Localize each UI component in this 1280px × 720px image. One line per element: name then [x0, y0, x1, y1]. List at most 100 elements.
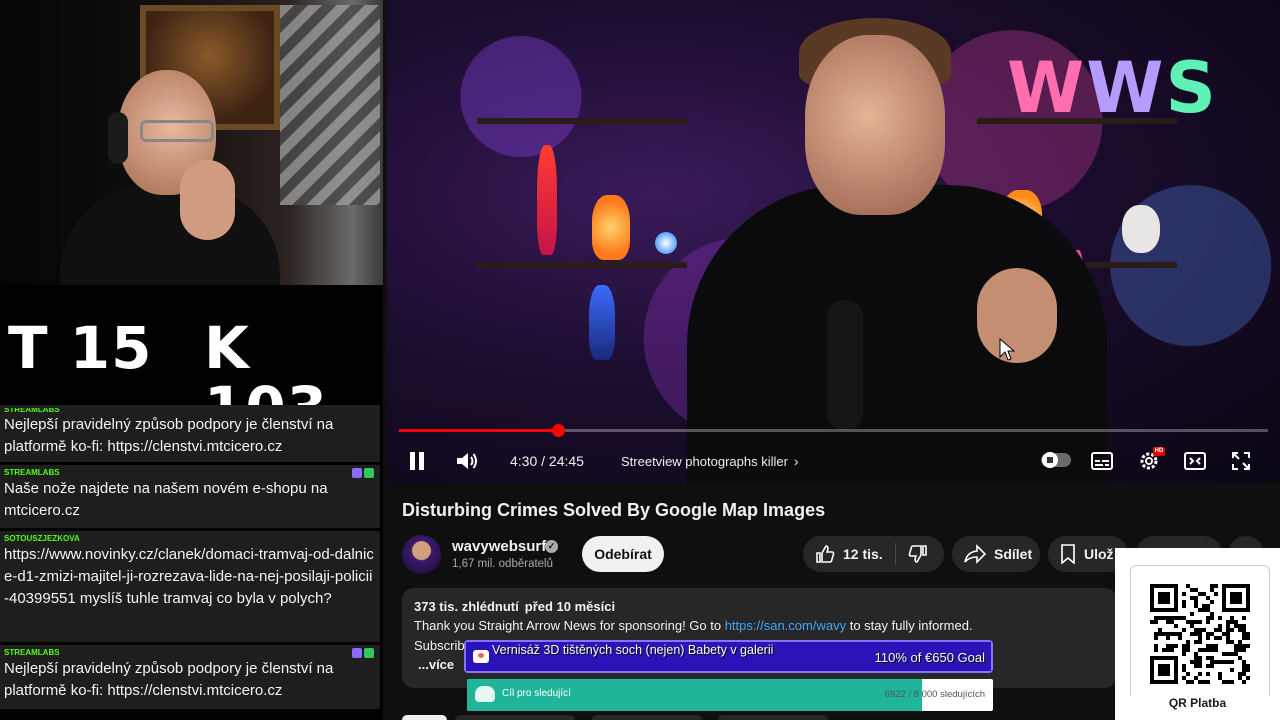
like-dislike-group: 12 tis.	[803, 536, 944, 572]
qr-frame	[1130, 565, 1270, 707]
chat-message: SOTOUSZJEZKOVA https://www.novinky.cz/cl…	[0, 531, 380, 642]
chat-text: Naše nože najdete na našem novém e-shopu…	[4, 480, 328, 519]
qr-label: QR Platba	[1115, 696, 1280, 710]
donation-goal-banner: Vernisáž 3D tištěných soch (nejen) Babet…	[464, 640, 993, 673]
headset-icon	[108, 112, 128, 164]
pause-icon	[410, 452, 424, 470]
chapter-label: Streetview photographs killer	[621, 453, 788, 469]
chat-badges	[352, 468, 374, 478]
subtitles-button[interactable]	[1090, 449, 1114, 473]
shelf	[477, 118, 687, 124]
shelf	[477, 262, 687, 268]
streamer-webcam	[0, 0, 383, 285]
video-title: Disturbing Crimes Solved By Google Map I…	[402, 500, 826, 520]
share-label: Sdílet	[994, 546, 1033, 562]
chat-text: Nejlepší pravidelný způsob podpory je čl…	[4, 660, 334, 699]
chat-text: https://www.novinky.cz/clanek/domaci-tra…	[4, 546, 374, 607]
theater-mode-button[interactable]	[1183, 449, 1207, 473]
description-text: to stay fully informed.	[846, 618, 973, 633]
goal-title: Vernisáž 3D tištěných soch (nejen) Babet…	[492, 643, 774, 657]
description-line: Thank you Straight Arrow News for sponso…	[414, 616, 1105, 636]
fullscreen-icon	[1232, 452, 1250, 470]
presenter-head	[805, 35, 945, 215]
filter-chip[interactable]	[455, 715, 575, 720]
time-display: 4:30 / 24:45	[510, 453, 584, 469]
follower-goal-count: 6922 / 8 000 sledujících	[884, 689, 985, 700]
channel-logo: WWS	[1007, 47, 1218, 129]
channel-avatar[interactable]	[402, 535, 441, 574]
fullscreen-button[interactable]	[1229, 449, 1253, 473]
streamer-body	[60, 185, 280, 285]
like-button[interactable]: 12 tis.	[803, 536, 895, 572]
follower-heart-icon	[475, 686, 495, 702]
presenter-hand	[977, 268, 1057, 363]
verified-badge-icon	[364, 468, 374, 478]
view-count: 373 tis. zhlédnutí	[414, 599, 519, 614]
subscriber-badge-icon	[352, 648, 362, 658]
counter-t: T 15	[8, 314, 153, 382]
qr-payment-panel: QR Platba	[1115, 548, 1280, 720]
chat-message: STREAMLABS Nejlepší pravidelný způsob po…	[0, 645, 380, 709]
qr-code-icon	[1150, 584, 1250, 684]
chat-text: Nejlepší pravidelný způsob podpory je čl…	[4, 416, 334, 455]
subscriber-count: 1,67 mil. odběratelů	[452, 558, 554, 570]
chevron-right-icon: ›	[793, 453, 799, 469]
progress-scrubber[interactable]	[552, 424, 566, 437]
follower-goal-bar: Cíl pro sledující 6922 / 8 000 sledující…	[467, 679, 993, 711]
skull-decor	[1122, 205, 1160, 253]
pause-button[interactable]	[405, 449, 429, 473]
verified-badge-icon	[364, 648, 374, 658]
microphone	[827, 300, 863, 430]
video-description[interactable]: 373 tis. zhlédnutí před 10 měsíci Thank y…	[402, 588, 1117, 688]
volume-button[interactable]	[455, 449, 479, 473]
share-button[interactable]: Sdílet	[952, 536, 1040, 572]
filter-chip[interactable]	[718, 715, 828, 720]
video-player[interactable]: WWS 4:30 / 24:45 Streetview photographs …	[387, 0, 1280, 483]
chat-panel: STREAMLABS Nejlepší pravidelný způsob po…	[0, 405, 383, 720]
subscribe-button[interactable]: Odebírat	[582, 536, 664, 572]
dislike-button[interactable]	[896, 536, 940, 572]
like-count: 12 tis.	[843, 546, 883, 562]
upload-date: před 10 měsíci	[524, 599, 616, 614]
chat-username: STREAMLABS	[4, 468, 60, 477]
chapter-title[interactable]: Streetview photographs killer ›	[621, 448, 799, 474]
channel-name[interactable]: wavywebsurf	[452, 538, 546, 555]
chat-username: STREAMLABS	[4, 648, 60, 657]
autoplay-pause-icon	[1042, 452, 1058, 468]
autoplay-toggle[interactable]	[1041, 452, 1071, 468]
description-link[interactable]: https://san.com/wavy	[725, 618, 846, 633]
kofi-cup-icon	[473, 650, 489, 663]
thumbs-up-icon	[816, 545, 835, 563]
progress-played	[399, 429, 559, 432]
description-meta: 373 tis. zhlédnutí před 10 měsíci	[414, 598, 1105, 616]
theater-mode-icon	[1184, 452, 1206, 470]
salt-lamp	[592, 195, 630, 260]
subscriber-badge-icon	[352, 468, 362, 478]
hd-badge: HD	[1153, 447, 1165, 456]
mouse-cursor-icon	[999, 338, 1015, 361]
globe-lamp	[655, 232, 677, 254]
chat-message: STREAMLABS Nejlepší pravidelný způsob po…	[0, 405, 380, 462]
thumbs-down-icon	[908, 545, 927, 563]
streamer-hand	[180, 160, 235, 240]
share-icon	[964, 544, 986, 564]
filter-chip[interactable]	[592, 715, 702, 720]
save-label: Ulož	[1084, 546, 1114, 562]
glasses	[140, 120, 214, 142]
acoustic-foam	[280, 5, 380, 205]
follower-goal-label: Cíl pro sledující	[502, 688, 571, 699]
verified-icon: ✓	[545, 540, 558, 553]
settings-button[interactable]: HD	[1137, 447, 1165, 473]
goal-amount: 110% of €650 Goal	[874, 650, 985, 665]
progress-bar[interactable]	[399, 424, 1268, 437]
subtitles-icon	[1091, 452, 1113, 470]
volume-icon	[457, 453, 477, 469]
lava-lamp	[589, 285, 615, 360]
bookmark-icon	[1061, 544, 1075, 564]
lava-lamp	[537, 145, 557, 255]
chat-username: SOTOUSZJEZKOVA	[4, 534, 80, 543]
stream-left-column: T 15 K 103 STREAMLABS Nejlepší pravideln…	[0, 0, 383, 720]
description-text: Thank you Straight Arrow News for sponso…	[414, 618, 725, 633]
filter-chip[interactable]	[402, 715, 447, 720]
chat-message: STREAMLABS Naše nože najdete na našem no…	[0, 465, 380, 528]
